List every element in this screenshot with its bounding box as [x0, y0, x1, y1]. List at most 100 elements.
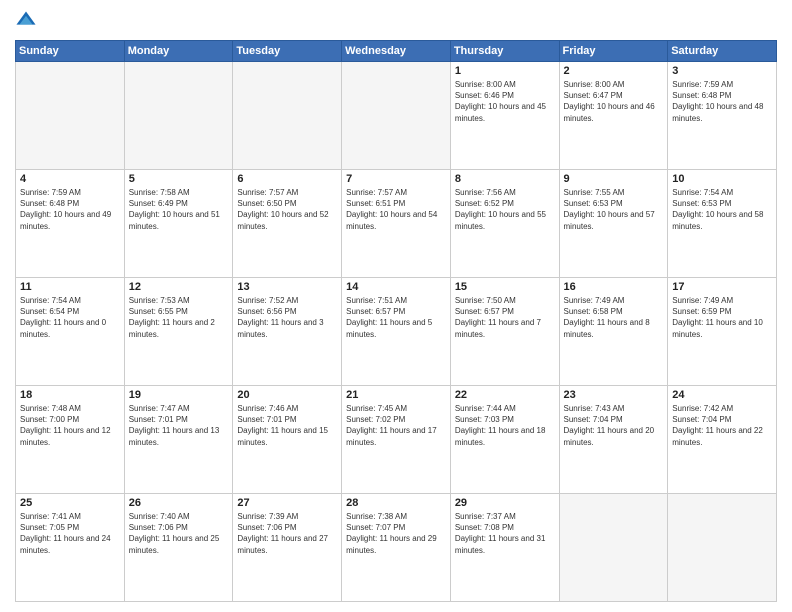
day-info: Sunrise: 7:54 AMSunset: 6:53 PMDaylight:… — [672, 187, 772, 232]
day-cell: 6 Sunrise: 7:57 AMSunset: 6:50 PMDaylight… — [233, 170, 342, 278]
day-cell: 3 Sunrise: 7:59 AMSunset: 6:48 PMDaylight… — [668, 62, 777, 170]
day-number: 6 — [237, 173, 337, 185]
calendar-header: SundayMondayTuesdayWednesdayThursdayFrid… — [16, 41, 777, 62]
day-cell: 19Sunrise: 7:47 AMSunset: 7:01 PMDayligh… — [124, 386, 233, 494]
day-info: Sunrise: 7:56 AMSunset: 6:52 PMDaylight:… — [455, 187, 555, 232]
day-number: 27 — [237, 497, 337, 509]
day-info: Sunrise: 8:00 AMSunset: 6:46 PMDaylight:… — [455, 79, 555, 124]
day-cell: 25 Sunrise: 7:41 AMSunset: 7:05 PMDayligh… — [16, 494, 125, 602]
day-info: Sunrise: 7:57 AMSunset: 6:51 PMDaylight:… — [346, 187, 446, 232]
day-header-saturday: Saturday — [668, 41, 777, 62]
day-number: 22 — [455, 389, 555, 401]
day-cell: 23 Sunrise: 7:43 AMSunset: 7:04 PMDayligh… — [559, 386, 668, 494]
day-cell: 15 Sunrise: 7:50 AMSunset: 6:57 PMDayligh… — [450, 278, 559, 386]
week-row-2: 4Sunrise: 7:59 AMSunset: 6:48 PMDaylight… — [16, 170, 777, 278]
day-cell: 29Sunrise: 7:37 AMSunset: 7:08 PMDayligh… — [450, 494, 559, 602]
day-cell — [342, 62, 451, 170]
calendar-body: 1 Sunrise: 8:00 AMSunset: 6:46 PMDaylight… — [16, 62, 777, 602]
day-number: 17 — [672, 281, 772, 293]
day-number: 21 — [346, 389, 446, 401]
day-number: 20 — [237, 389, 337, 401]
header — [15, 10, 777, 32]
day-cell: 16 Sunrise: 7:49 AMSunset: 6:58 PMDayligh… — [559, 278, 668, 386]
week-row-1: 1 Sunrise: 8:00 AMSunset: 6:46 PMDaylight… — [16, 62, 777, 170]
day-number: 5 — [129, 173, 229, 185]
day-number: 12 — [129, 281, 229, 293]
day-header-tuesday: Tuesday — [233, 41, 342, 62]
day-info: Sunrise: 7:57 AMSunset: 6:50 PMDaylight:… — [237, 187, 337, 232]
day-cell: 4Sunrise: 7:59 AMSunset: 6:48 PMDaylight… — [16, 170, 125, 278]
day-number: 24 — [672, 389, 772, 401]
day-number: 13 — [237, 281, 337, 293]
day-cell: 7Sunrise: 7:57 AMSunset: 6:51 PMDaylight… — [342, 170, 451, 278]
day-number: 8 — [455, 173, 555, 185]
day-cell: 26 Sunrise: 7:40 AMSunset: 7:06 PMDayligh… — [124, 494, 233, 602]
day-cell: 2 Sunrise: 8:00 AMSunset: 6:47 PMDaylight… — [559, 62, 668, 170]
day-cell: 21 Sunrise: 7:45 AMSunset: 7:02 PMDayligh… — [342, 386, 451, 494]
day-cell: 5 Sunrise: 7:58 AMSunset: 6:49 PMDaylight… — [124, 170, 233, 278]
day-header-friday: Friday — [559, 41, 668, 62]
day-number: 2 — [564, 65, 664, 77]
day-header-thursday: Thursday — [450, 41, 559, 62]
day-number: 23 — [564, 389, 664, 401]
day-number: 1 — [455, 65, 555, 77]
day-cell — [16, 62, 125, 170]
day-info: Sunrise: 7:59 AMSunset: 6:48 PMDaylight:… — [672, 79, 772, 124]
day-cell: 10 Sunrise: 7:54 AMSunset: 6:53 PMDayligh… — [668, 170, 777, 278]
week-row-5: 25 Sunrise: 7:41 AMSunset: 7:05 PMDayligh… — [16, 494, 777, 602]
day-number: 9 — [564, 173, 664, 185]
day-cell: 18 Sunrise: 7:48 AMSunset: 7:00 PMDayligh… — [16, 386, 125, 494]
header-row: SundayMondayTuesdayWednesdayThursdayFrid… — [16, 41, 777, 62]
day-number: 3 — [672, 65, 772, 77]
day-info: Sunrise: 7:58 AMSunset: 6:49 PMDaylight:… — [129, 187, 229, 232]
day-header-monday: Monday — [124, 41, 233, 62]
day-number: 16 — [564, 281, 664, 293]
day-info: Sunrise: 7:39 AMSunset: 7:06 PMDaylight:… — [237, 511, 337, 556]
day-number: 18 — [20, 389, 120, 401]
day-cell — [559, 494, 668, 602]
day-header-wednesday: Wednesday — [342, 41, 451, 62]
day-info: Sunrise: 7:52 AMSunset: 6:56 PMDaylight:… — [237, 295, 337, 340]
day-cell: 17 Sunrise: 7:49 AMSunset: 6:59 PMDayligh… — [668, 278, 777, 386]
day-info: Sunrise: 7:43 AMSunset: 7:04 PMDaylight:… — [564, 403, 664, 448]
day-cell: 12 Sunrise: 7:53 AMSunset: 6:55 PMDayligh… — [124, 278, 233, 386]
day-cell: 9 Sunrise: 7:55 AMSunset: 6:53 PMDaylight… — [559, 170, 668, 278]
day-info: Sunrise: 7:38 AMSunset: 7:07 PMDaylight:… — [346, 511, 446, 556]
day-cell: 20Sunrise: 7:46 AMSunset: 7:01 PMDayligh… — [233, 386, 342, 494]
day-info: Sunrise: 7:42 AMSunset: 7:04 PMDaylight:… — [672, 403, 772, 448]
week-row-3: 11 Sunrise: 7:54 AMSunset: 6:54 PMDayligh… — [16, 278, 777, 386]
day-number: 28 — [346, 497, 446, 509]
day-cell: 14Sunrise: 7:51 AMSunset: 6:57 PMDayligh… — [342, 278, 451, 386]
day-info: Sunrise: 7:53 AMSunset: 6:55 PMDaylight:… — [129, 295, 229, 340]
day-info: Sunrise: 7:51 AMSunset: 6:57 PMDaylight:… — [346, 295, 446, 340]
day-info: Sunrise: 7:48 AMSunset: 7:00 PMDaylight:… — [20, 403, 120, 448]
day-number: 25 — [20, 497, 120, 509]
day-cell — [668, 494, 777, 602]
day-number: 15 — [455, 281, 555, 293]
day-number: 11 — [20, 281, 120, 293]
day-info: Sunrise: 7:50 AMSunset: 6:57 PMDaylight:… — [455, 295, 555, 340]
logo-icon — [15, 10, 37, 32]
day-cell: 11 Sunrise: 7:54 AMSunset: 6:54 PMDayligh… — [16, 278, 125, 386]
day-info: Sunrise: 8:00 AMSunset: 6:47 PMDaylight:… — [564, 79, 664, 124]
calendar-table: SundayMondayTuesdayWednesdayThursdayFrid… — [15, 40, 777, 602]
day-info: Sunrise: 7:45 AMSunset: 7:02 PMDaylight:… — [346, 403, 446, 448]
day-info: Sunrise: 7:44 AMSunset: 7:03 PMDaylight:… — [455, 403, 555, 448]
logo — [15, 10, 41, 32]
day-info: Sunrise: 7:49 AMSunset: 6:58 PMDaylight:… — [564, 295, 664, 340]
day-cell: 22 Sunrise: 7:44 AMSunset: 7:03 PMDayligh… — [450, 386, 559, 494]
day-info: Sunrise: 7:47 AMSunset: 7:01 PMDaylight:… — [129, 403, 229, 448]
day-cell: 27 Sunrise: 7:39 AMSunset: 7:06 PMDayligh… — [233, 494, 342, 602]
day-number: 10 — [672, 173, 772, 185]
day-info: Sunrise: 7:49 AMSunset: 6:59 PMDaylight:… — [672, 295, 772, 340]
day-cell: 1 Sunrise: 8:00 AMSunset: 6:46 PMDaylight… — [450, 62, 559, 170]
day-cell: 24 Sunrise: 7:42 AMSunset: 7:04 PMDayligh… — [668, 386, 777, 494]
day-number: 4 — [20, 173, 120, 185]
page: SundayMondayTuesdayWednesdayThursdayFrid… — [0, 0, 792, 612]
day-info: Sunrise: 7:54 AMSunset: 6:54 PMDaylight:… — [20, 295, 120, 340]
day-info: Sunrise: 7:40 AMSunset: 7:06 PMDaylight:… — [129, 511, 229, 556]
day-info: Sunrise: 7:55 AMSunset: 6:53 PMDaylight:… — [564, 187, 664, 232]
day-number: 26 — [129, 497, 229, 509]
day-info: Sunrise: 7:41 AMSunset: 7:05 PMDaylight:… — [20, 511, 120, 556]
day-info: Sunrise: 7:37 AMSunset: 7:08 PMDaylight:… — [455, 511, 555, 556]
